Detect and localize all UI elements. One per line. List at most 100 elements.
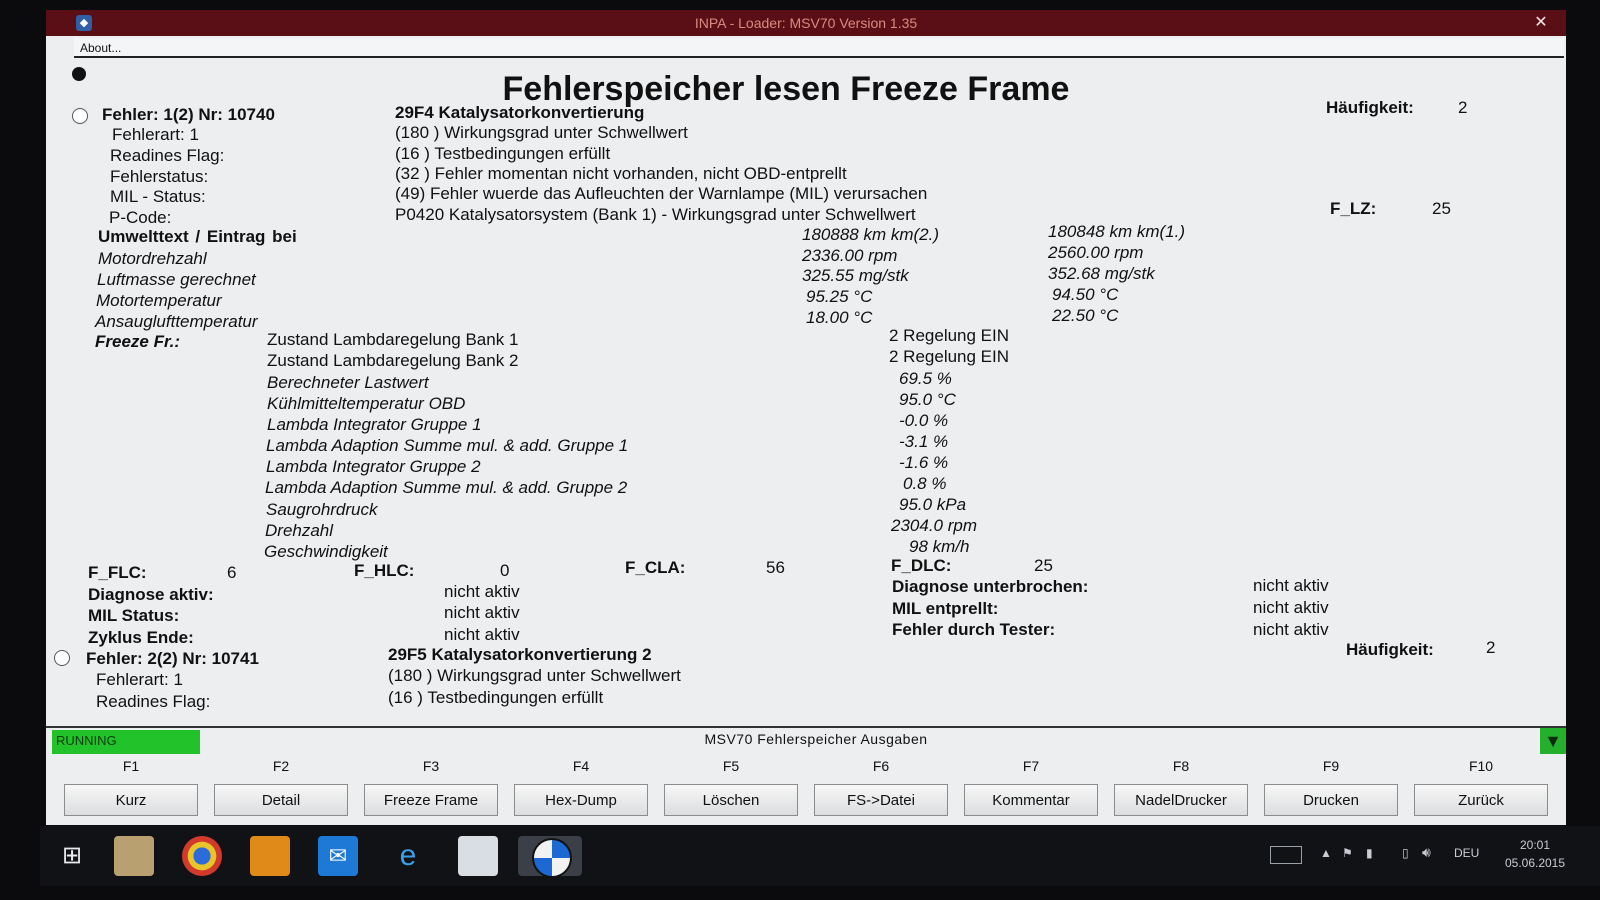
freeze-item-label: Lambda Adaption Summe mul. & add. Gruppe… [266, 436, 629, 455]
drucken-button[interactable]: Drucken [1264, 784, 1398, 816]
chrome-icon[interactable] [182, 836, 222, 876]
status-right-value: nicht aktiv [1253, 576, 1329, 595]
umwelt-value-1: 325.55 mg/stk [802, 266, 909, 285]
freeze-item-value: 2 Regelung EIN [889, 326, 1010, 345]
flc-label: F_FLC: [88, 563, 147, 582]
battery-icon[interactable]: ▯ [1402, 846, 1409, 860]
detail-button[interactable]: Detail [214, 784, 348, 816]
umwelt-value-2: 2560.00 rpm [1048, 243, 1144, 262]
close-icon[interactable]: ✕ [1526, 10, 1556, 36]
taskbar: ⊞ ✉ e ▲ ⚑ ▮ ▯ 🔊︎ DEU 20:01 05.06.2015 [40, 826, 1600, 886]
umwelt-km-col2: 180848 km km(1.) [1048, 222, 1185, 241]
fault1-row-label: Readines Flag: [110, 146, 225, 165]
bmw-inpa-icon[interactable] [518, 836, 582, 878]
flc-value: 6 [227, 563, 237, 582]
fkey-label: F3 [422, 758, 440, 774]
internet-explorer-icon[interactable]: e [388, 836, 428, 876]
fault1-haeufigkeit-label: Häufigkeit: [1326, 98, 1414, 117]
freeze-item-label: Zustand Lambdaregelung Bank 2 [267, 351, 519, 370]
zurueck-button[interactable]: Zurück [1414, 784, 1548, 816]
keyboard-icon[interactable] [1270, 846, 1302, 864]
fault2-radio[interactable] [54, 650, 70, 666]
nadeldrucker-button[interactable]: NadelDrucker [1114, 784, 1248, 816]
fkey-label: F4 [572, 758, 590, 774]
umwelt-label: Ansauglufttemperatur [95, 312, 258, 331]
freeze-item-value: 0.8 % [903, 474, 947, 493]
fkey-f3: F3 Freeze Frame [364, 754, 498, 816]
status-strip: RUNNING MSV70 Fehlerspeicher Ausgaben ▼ [46, 726, 1566, 754]
tray-expand-icon[interactable]: ▲ [1320, 846, 1332, 860]
hex-dump-button[interactable]: Hex-Dump [514, 784, 648, 816]
umwelt-value-2: 352.68 mg/stk [1048, 264, 1155, 283]
fault1-code-text: 29F4 Katalysatorkonvertierung [395, 103, 645, 122]
windows-start-icon[interactable]: ⊞ [52, 836, 92, 876]
status-left-label: Zyklus Ende: [88, 628, 194, 647]
status-left-label: MIL Status: [88, 606, 180, 625]
freeze-item-value: 98 km/h [909, 537, 970, 556]
network-icon[interactable]: ▮ [1366, 846, 1373, 860]
freeze-item-label: Drehzahl [265, 521, 334, 540]
fkey-f7: F7 Kommentar [964, 754, 1098, 816]
function-key-bar: F1 Kurz F2 Detail F3 Freeze Frame F4 Hex… [46, 754, 1566, 824]
fkey-label: F7 [1022, 758, 1040, 774]
umwelt-km-col1: 180888 km km(2.) [802, 225, 939, 244]
umwelt-label: Luftmasse gerechnet [97, 270, 256, 289]
umwelt-value-1: 95.25 °C [806, 287, 873, 306]
fault1-radio[interactable] [72, 108, 88, 124]
fkey-label: F10 [1468, 758, 1494, 774]
loeschen-button[interactable]: Löschen [664, 784, 798, 816]
hlc-value: 0 [500, 561, 510, 580]
fault1-header: Fehler: 1(2) Nr: 10740 [102, 105, 275, 124]
fault1-flz-value: 25 [1432, 199, 1451, 218]
volume-icon[interactable]: 🔊︎ [1422, 844, 1431, 861]
freeze-item-label: Lambda Integrator Gruppe 2 [266, 457, 481, 476]
fault1-row-value: (49) Fehler wuerde das Aufleuchten der W… [395, 184, 928, 203]
freeze-frame-button[interactable]: Freeze Frame [364, 784, 498, 816]
freeze-item-value: 95.0 kPa [899, 495, 967, 514]
clock-date[interactable]: 05.06.2015 [1500, 856, 1570, 870]
dlc-value: 25 [1034, 556, 1053, 575]
title-bar: ◆ INPA - Loader: MSV70 Version 1.35 ✕ [46, 10, 1566, 36]
status-left-value: nicht aktiv [444, 603, 520, 622]
fkey-f6: F6 FS->Datei [814, 754, 948, 816]
status-right-label: Fehler durch Tester: [892, 620, 1056, 639]
fault2-haeufigkeit-value: 2 [1486, 638, 1496, 657]
kurz-button[interactable]: Kurz [64, 784, 198, 816]
umwelt-value-2: 22.50 °C [1052, 306, 1119, 325]
mail-icon[interactable]: ✉ [318, 836, 358, 876]
document-icon[interactable] [458, 836, 498, 876]
scroll-down-icon[interactable]: ▼ [1540, 728, 1566, 754]
fs-datei-button[interactable]: FS->Datei [814, 784, 948, 816]
freeze-item-value: 69.5 % [899, 369, 952, 388]
freeze-item-label: Lambda Integrator Gruppe 1 [267, 415, 482, 434]
fault1-row-value: P0420 Katalysatorsystem (Bank 1) - Wirku… [395, 205, 916, 224]
file-explorer-icon[interactable] [114, 836, 154, 876]
status-right-value: nicht aktiv [1253, 598, 1329, 617]
fkey-f1: F1 Kurz [64, 754, 198, 816]
status-strip-title: MSV70 Fehlerspeicher Ausgaben [704, 731, 928, 747]
kommentar-button[interactable]: Kommentar [964, 784, 1098, 816]
status-right-value: nicht aktiv [1253, 620, 1329, 639]
freeze-item-label: Lambda Adaption Summe mul. & add. Gruppe… [265, 478, 628, 497]
fault1-row-label: Fehlerstatus: [110, 167, 209, 186]
fault1-haeufigkeit-value: 2 [1458, 98, 1468, 117]
fkey-f9: F9 Drucken [1264, 754, 1398, 816]
language-indicator[interactable]: DEU [1454, 846, 1479, 860]
office-icon[interactable] [250, 836, 290, 876]
fault1-row-value: (16 ) Testbedingungen erfüllt [395, 144, 611, 163]
flag-icon[interactable]: ⚑ [1342, 846, 1353, 860]
freeze-item-value: -0.0 % [899, 411, 949, 430]
menu-about[interactable]: About... [80, 41, 121, 55]
fkey-label: F1 [122, 758, 140, 774]
umwelt-header: Umwelttext / Eintrag bei [98, 227, 297, 246]
window-title: INPA - Loader: MSV70 Version 1.35 [694, 15, 918, 31]
clock-time[interactable]: 20:01 [1500, 838, 1570, 852]
fkey-label: F9 [1322, 758, 1340, 774]
freeze-item-label: Kühlmitteltemperatur OBD [267, 394, 466, 413]
umwelt-value-1: 18.00 °C [806, 308, 873, 327]
status-right-label: Diagnose unterbrochen: [892, 577, 1089, 596]
fkey-label: F8 [1172, 758, 1190, 774]
umwelt-label: Motordrehzahl [98, 249, 207, 268]
fkey-f10: F10 Zurück [1414, 754, 1548, 816]
fkey-f4: F4 Hex-Dump [514, 754, 648, 816]
